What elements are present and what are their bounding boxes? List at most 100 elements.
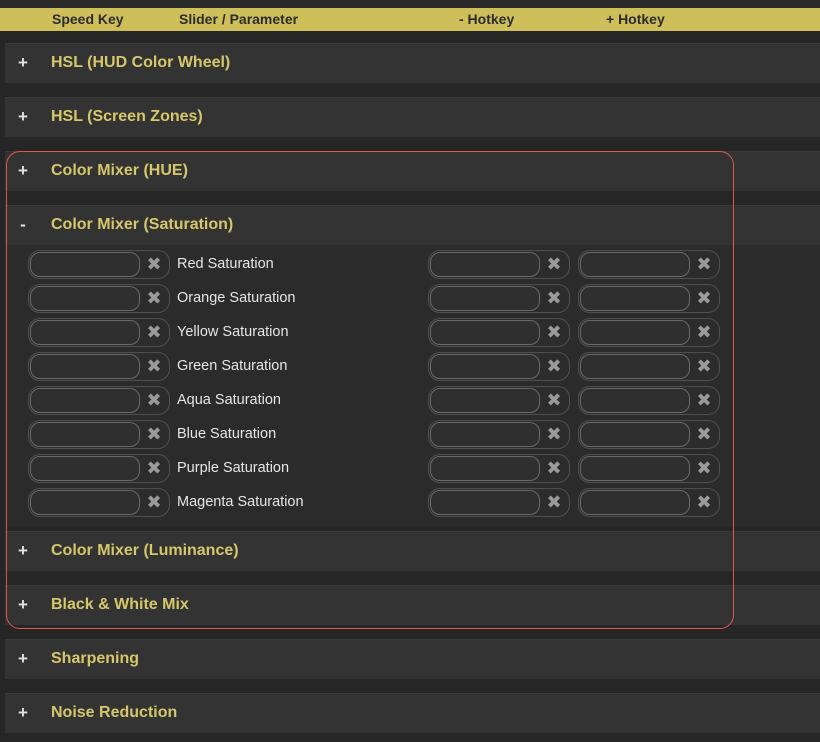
section-title: HSL (Screen Zones) [51,108,203,125]
clear-icon[interactable]: ✖ [544,491,564,513]
speed-key-input[interactable] [30,320,140,345]
clear-icon[interactable]: ✖ [144,457,164,479]
plus-hotkey-input[interactable] [580,388,690,413]
expand-icon[interactable]: + [16,703,30,723]
speed-key-input[interactable] [30,388,140,413]
plus-hotkey-field[interactable]: ✖ [578,488,720,517]
minus-hotkey-field[interactable]: ✖ [428,352,570,381]
clear-icon[interactable]: ✖ [144,287,164,309]
clear-icon[interactable]: ✖ [144,389,164,411]
speed-key-input[interactable] [30,286,140,311]
plus-hotkey-field[interactable]: ✖ [578,318,720,347]
parameter-label: Blue Saturation [177,426,277,442]
minus-hotkey-input[interactable] [430,252,540,277]
clear-icon[interactable]: ✖ [544,287,564,309]
clear-icon[interactable]: ✖ [694,355,714,377]
section-title: Noise Reduction [51,704,178,721]
plus-hotkey-input[interactable] [580,320,690,345]
minus-hotkey-field[interactable]: ✖ [428,488,570,517]
minus-hotkey-input[interactable] [430,320,540,345]
expand-icon[interactable]: + [16,161,30,181]
clear-icon[interactable]: ✖ [544,321,564,343]
clear-icon[interactable]: ✖ [144,423,164,445]
clear-icon[interactable]: ✖ [144,253,164,275]
plus-hotkey-field[interactable]: ✖ [578,352,720,381]
plus-hotkey-input[interactable] [580,252,690,277]
expand-icon[interactable]: + [16,541,30,561]
parameter-label: Orange Saturation [177,290,296,306]
speed-key-field[interactable]: ✖ [28,420,170,449]
speed-key-field[interactable]: ✖ [28,318,170,347]
expand-icon[interactable]: + [16,107,30,127]
minus-hotkey-input[interactable] [430,490,540,515]
minus-hotkey-input[interactable] [430,422,540,447]
plus-hotkey-input[interactable] [580,490,690,515]
section-title: Sharpening [51,650,140,667]
minus-hotkey-field[interactable]: ✖ [428,420,570,449]
speed-key-input[interactable] [30,456,140,481]
speed-key-field[interactable]: ✖ [28,352,170,381]
clear-icon[interactable]: ✖ [544,389,564,411]
section-title: Black & White Mix [51,596,189,613]
minus-hotkey-field[interactable]: ✖ [428,250,570,279]
speed-key-field[interactable]: ✖ [28,386,170,415]
speed-key-field[interactable]: ✖ [28,488,170,517]
param-row-yellow-saturation: ✖ Yellow Saturation ✖ ✖ [5,313,820,347]
plus-hotkey-field[interactable]: ✖ [578,420,720,449]
clear-icon[interactable]: ✖ [694,389,714,411]
speed-key-input[interactable] [30,490,140,515]
section-color-mixer-hue[interactable]: + Color Mixer (HUE) [5,151,820,191]
clear-icon[interactable]: ✖ [694,287,714,309]
speed-key-input[interactable] [30,354,140,379]
section-hsl-hud-color-wheel[interactable]: + HSL (HUD Color Wheel) [5,43,820,83]
plus-hotkey-field[interactable]: ✖ [578,386,720,415]
clear-icon[interactable]: ✖ [694,321,714,343]
collapse-icon[interactable]: - [16,215,30,235]
clear-icon[interactable]: ✖ [694,491,714,513]
clear-icon[interactable]: ✖ [694,457,714,479]
section-sharpening[interactable]: + Sharpening [5,639,820,679]
header-speed-key: Speed Key [52,11,124,27]
plus-hotkey-input[interactable] [580,456,690,481]
minus-hotkey-input[interactable] [430,456,540,481]
clear-icon[interactable]: ✖ [544,457,564,479]
minus-hotkey-input[interactable] [430,388,540,413]
clear-icon[interactable]: ✖ [144,491,164,513]
minus-hotkey-field[interactable]: ✖ [428,284,570,313]
expand-icon[interactable]: + [16,595,30,615]
clear-icon[interactable]: ✖ [144,355,164,377]
clear-icon[interactable]: ✖ [544,253,564,275]
clear-icon[interactable]: ✖ [694,253,714,275]
clear-icon[interactable]: ✖ [694,423,714,445]
minus-hotkey-field[interactable]: ✖ [428,318,570,347]
minus-hotkey-input[interactable] [430,354,540,379]
clear-icon[interactable]: ✖ [144,321,164,343]
parameter-label: Red Saturation [177,256,274,272]
speed-key-input[interactable] [30,422,140,447]
minus-hotkey-input[interactable] [430,286,540,311]
plus-hotkey-field[interactable]: ✖ [578,284,720,313]
section-noise-reduction[interactable]: + Noise Reduction [5,693,820,733]
section-black-white-mix[interactable]: + Black & White Mix [5,585,820,625]
minus-hotkey-field[interactable]: ✖ [428,454,570,483]
plus-hotkey-input[interactable] [580,422,690,447]
param-row-green-saturation: ✖ Green Saturation ✖ ✖ [5,347,820,381]
expand-icon[interactable]: + [16,649,30,669]
plus-hotkey-field[interactable]: ✖ [578,454,720,483]
section-color-mixer-saturation[interactable]: - Color Mixer (Saturation) [5,205,820,245]
clear-icon[interactable]: ✖ [544,355,564,377]
expand-icon[interactable]: + [16,53,30,73]
speed-key-field[interactable]: ✖ [28,250,170,279]
plus-hotkey-input[interactable] [580,354,690,379]
speed-key-field[interactable]: ✖ [28,284,170,313]
clear-icon[interactable]: ✖ [544,423,564,445]
param-row-aqua-saturation: ✖ Aqua Saturation ✖ ✖ [5,381,820,415]
speed-key-input[interactable] [30,252,140,277]
plus-hotkey-field[interactable]: ✖ [578,250,720,279]
parameter-label: Magenta Saturation [177,494,304,510]
section-hsl-screen-zones[interactable]: + HSL (Screen Zones) [5,97,820,137]
speed-key-field[interactable]: ✖ [28,454,170,483]
plus-hotkey-input[interactable] [580,286,690,311]
minus-hotkey-field[interactable]: ✖ [428,386,570,415]
section-color-mixer-luminance[interactable]: + Color Mixer (Luminance) [5,531,820,571]
